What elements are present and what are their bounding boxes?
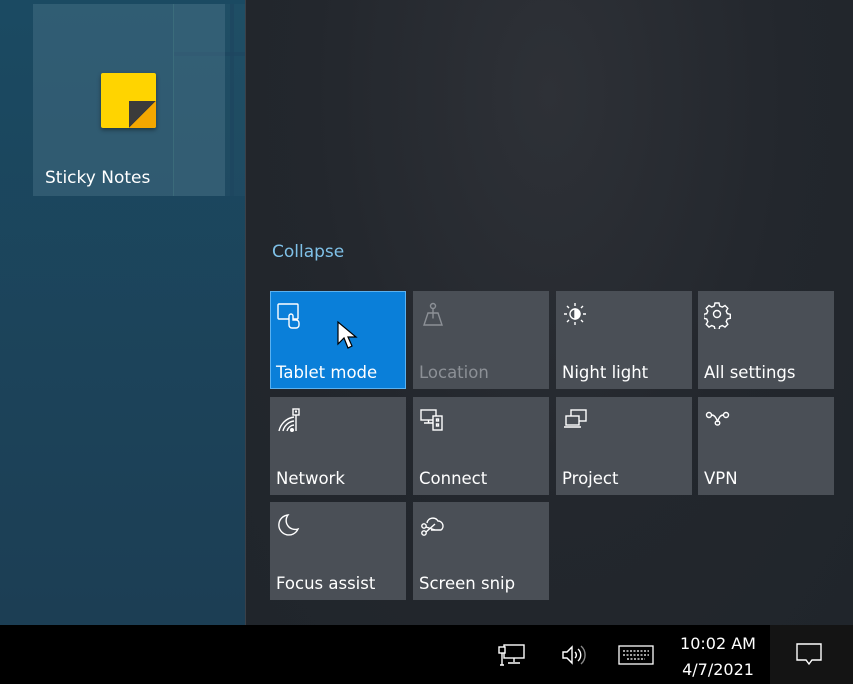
quick-action-location[interactable]: Location	[413, 291, 549, 389]
quick-action-tablet-mode[interactable]: Tablet mode	[270, 291, 406, 389]
quick-action-label: VPN	[704, 469, 738, 488]
vpn-icon	[705, 411, 730, 426]
quick-action-label: Connect	[419, 469, 488, 488]
quick-action-label: Network	[276, 469, 345, 488]
quick-action-night-light[interactable]: Night light	[556, 291, 692, 389]
volume-icon[interactable]	[560, 643, 588, 667]
clock-date: 4/7/2021	[682, 660, 754, 679]
screen-snip-icon	[421, 517, 444, 536]
taskbar: 10:02 AM 4/7/2021	[0, 625, 853, 684]
quick-action-vpn[interactable]: VPN	[698, 397, 834, 495]
tablet-mode-icon	[277, 303, 300, 329]
quick-action-label: Location	[419, 363, 489, 382]
collapse-link[interactable]: Collapse	[272, 242, 344, 262]
moon-icon	[278, 514, 300, 536]
quick-action-connect[interactable]: Connect	[413, 397, 549, 495]
quick-action-label: Screen snip	[419, 574, 516, 593]
clock-time: 10:02 AM	[680, 634, 756, 653]
project-icon	[564, 409, 587, 428]
mouse-cursor-icon	[337, 320, 358, 349]
sticky-notes-icon	[101, 73, 156, 128]
quick-action-focus-assist[interactable]: Focus assist	[270, 502, 406, 600]
gear-icon	[704, 302, 731, 329]
tile-label: Sticky Notes	[45, 168, 151, 188]
action-center-panel: Collapse Tablet mode Location Night ligh…	[245, 0, 853, 625]
quick-action-screen-snip[interactable]: Screen snip	[413, 502, 549, 600]
action-center-button[interactable]	[770, 625, 853, 684]
tile-divider	[230, 4, 234, 196]
connect-icon	[420, 409, 443, 431]
quick-action-label: Project	[562, 469, 619, 488]
quick-action-label: Tablet mode	[276, 363, 378, 382]
action-center-icon	[796, 643, 822, 666]
quick-action-label: Focus assist	[276, 574, 376, 593]
quick-action-project[interactable]: Project	[556, 397, 692, 495]
touch-keyboard-icon[interactable]	[618, 645, 654, 665]
network-icon	[278, 408, 300, 433]
network-wired-icon[interactable]	[498, 643, 526, 667]
quick-action-all-settings[interactable]: All settings	[698, 291, 834, 389]
quick-action-network[interactable]: Network	[270, 397, 406, 495]
quick-action-label: Night light	[562, 363, 649, 382]
location-icon	[423, 302, 443, 326]
clock[interactable]: 10:02 AM 4/7/2021	[668, 631, 768, 683]
quick-action-label: All settings	[704, 363, 796, 382]
night-light-icon	[564, 303, 586, 325]
tile-sticky-notes[interactable]: Sticky Notes	[33, 4, 225, 196]
